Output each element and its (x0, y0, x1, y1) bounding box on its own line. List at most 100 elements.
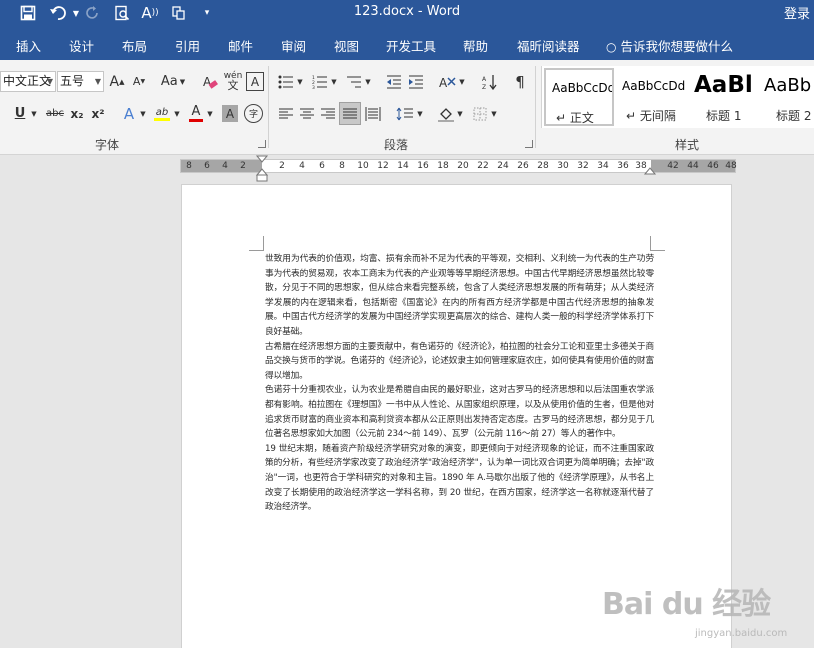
ruler-number: 32 (577, 161, 589, 171)
distributed-align-icon[interactable] (363, 103, 383, 124)
group-divider (535, 66, 536, 148)
underline-dropdown-icon[interactable]: ▼ (29, 103, 39, 124)
style-no-spacing[interactable]: AaBbCcDd ↵ 无间隔 (616, 68, 686, 126)
chevron-down-icon[interactable]: ▼ (416, 103, 424, 124)
tab-review[interactable]: 审阅 (281, 36, 306, 55)
paragraph[interactable]: 色诺芬十分重视农业，认为农业是希腊自由民的最好职业，这对古罗马的经济思想和以后法… (265, 383, 654, 441)
lightbulb-icon: ○ (606, 40, 617, 54)
character-border-button[interactable]: A (246, 72, 264, 91)
login-link[interactable]: 登录 (784, 3, 810, 22)
align-right-icon[interactable] (318, 103, 338, 124)
chevron-down-icon[interactable]: ▼ (206, 103, 214, 124)
tab-design[interactable]: 设计 (69, 36, 94, 55)
superscript-label: x² (91, 106, 105, 121)
paragraph-dialog-launcher-icon[interactable] (525, 140, 533, 148)
ruler-area: 8 6 4 2 2 4 6 8 10 12 14 16 18 20 22 24 … (0, 155, 814, 182)
paragraph[interactable]: 世致用为代表的价值观，均富、损有余而补不足为代表的平等观，交相利、义利统一为代表… (265, 252, 654, 340)
font-group-label: 字体 (95, 138, 120, 152)
chevron-down-icon[interactable]: ▼ (490, 103, 498, 124)
margin-marker-top-left (249, 236, 264, 251)
clear-formatting-icon[interactable]: A (200, 71, 220, 92)
sort-icon[interactable]: AZ (480, 71, 500, 92)
numbering-icon[interactable]: 123 (310, 71, 330, 92)
chevron-down-icon[interactable]: ▼ (139, 103, 147, 124)
document-title: 123.docx - Word (353, 4, 461, 19)
multilevel-list-icon[interactable] (344, 71, 364, 92)
paragraph[interactable]: 古希腊在经济思想方面的主要贡献中，有色诺芬的《经济论》，柏拉图的社会分工论和亚里… (265, 340, 654, 384)
font-color-button[interactable]: A (187, 103, 205, 124)
style-normal[interactable]: AaBbCcDd ↵ 正文 (544, 68, 614, 126)
tell-me-box[interactable]: ○ 告诉我你想要做什么 (606, 36, 733, 55)
text-effects-button[interactable]: A (120, 103, 138, 124)
superscript-button[interactable]: x² (89, 103, 107, 124)
decrease-indent-icon[interactable] (384, 71, 404, 92)
font-color-swatch (189, 119, 203, 122)
right-indent-marker-icon[interactable] (644, 167, 656, 175)
ruler-number: 28 (537, 161, 549, 171)
character-border-label: A (250, 74, 260, 89)
style-heading-1[interactable]: AaBl 标题 1 (688, 68, 756, 126)
show-formatting-marks-icon[interactable]: ¶ (510, 71, 530, 92)
shrink-font-button[interactable]: A ▼ (130, 71, 148, 92)
font-size-value: 五号 (60, 74, 85, 88)
group-divider (268, 66, 269, 148)
increase-indent-icon[interactable] (406, 71, 426, 92)
justify-icon[interactable] (339, 102, 361, 125)
shading-bucket-icon[interactable] (436, 103, 456, 124)
tab-developer[interactable]: 开发工具 (386, 36, 436, 55)
phonetic-guide-button[interactable]: wén 文 (222, 69, 244, 93)
grow-font-button[interactable]: A ▲ (108, 71, 126, 92)
style-heading-2[interactable]: AaBb 标题 2 (758, 68, 814, 126)
ribbon-tabs: 插入 设计 布局 引用 邮件 审阅 视图 开发工具 帮助 福昕阅读器 ○ 告诉我… (0, 27, 814, 60)
tab-insert[interactable]: 插入 (16, 36, 41, 55)
paragraph[interactable]: 19 世纪末期，随着资产阶级经济学研究对象的演变，即更倾向于对经济现象的论证，而… (265, 442, 654, 515)
indent-marker-icon[interactable] (256, 155, 268, 182)
chinese-layout-icon[interactable]: A (436, 71, 458, 92)
subscript-button[interactable]: x₂ (68, 103, 86, 124)
tab-foxit-reader[interactable]: 福昕阅读器 (517, 36, 580, 55)
line-spacing-icon[interactable] (394, 103, 416, 124)
ruler-number: 14 (397, 161, 409, 171)
ruler-number: 12 (377, 161, 389, 171)
strikethrough-button[interactable]: abc (44, 103, 66, 124)
chevron-down-icon[interactable]: ▼ (330, 71, 338, 92)
tab-view[interactable]: 视图 (334, 36, 359, 55)
font-dialog-launcher-icon[interactable] (258, 140, 266, 148)
watermark-url: jingyan.baidu.com (695, 628, 788, 639)
tell-me-label: 告诉我你想要做什么 (620, 39, 733, 54)
font-size-combo[interactable]: 五号 ▼ (57, 71, 104, 92)
character-shading-button[interactable]: A (222, 105, 238, 122)
enclose-characters-label: 字 (248, 110, 258, 120)
style-name: 标题 2 (776, 109, 812, 123)
font-family-combo[interactable]: 中文正文 ▼ (0, 71, 56, 92)
document-body[interactable]: 世致用为代表的价值观，均富、损有余而补不足为代表的平等观，交相利、义利统一为代表… (265, 252, 654, 515)
ruler-number: 30 (557, 161, 569, 171)
enclose-characters-button[interactable]: 字 (244, 104, 263, 123)
style-sample: AaBl (694, 72, 753, 98)
highlight-label: ab (155, 106, 169, 118)
style-sample: AaBbCcDd (622, 79, 686, 93)
align-center-icon[interactable] (297, 103, 317, 124)
chevron-down-icon[interactable]: ▼ (173, 103, 181, 124)
bullets-icon[interactable] (276, 71, 296, 92)
ruler-number: 26 (517, 161, 529, 171)
ruler-number: 6 (204, 161, 210, 171)
underline-button[interactable]: U (12, 103, 28, 124)
highlight-color-button[interactable]: ab (152, 103, 172, 124)
tab-help[interactable]: 帮助 (463, 36, 488, 55)
ruler-number: 22 (477, 161, 489, 171)
tab-references[interactable]: 引用 (175, 36, 200, 55)
change-case-button[interactable]: Aa ▼ (158, 71, 188, 92)
subscript-label: x₂ (70, 106, 84, 121)
font-family-value: 中文正文 (3, 74, 52, 88)
chevron-down-icon[interactable]: ▼ (456, 103, 464, 124)
chevron-down-icon[interactable]: ▼ (458, 71, 466, 92)
chevron-down-icon[interactable]: ▼ (364, 71, 372, 92)
ruler-number: 36 (617, 161, 629, 171)
borders-icon[interactable] (470, 103, 490, 124)
align-left-icon[interactable] (276, 103, 296, 124)
highlight-swatch (154, 117, 170, 121)
tab-mailings[interactable]: 邮件 (228, 36, 253, 55)
chevron-down-icon[interactable]: ▼ (296, 71, 304, 92)
tab-layout[interactable]: 布局 (122, 36, 147, 55)
